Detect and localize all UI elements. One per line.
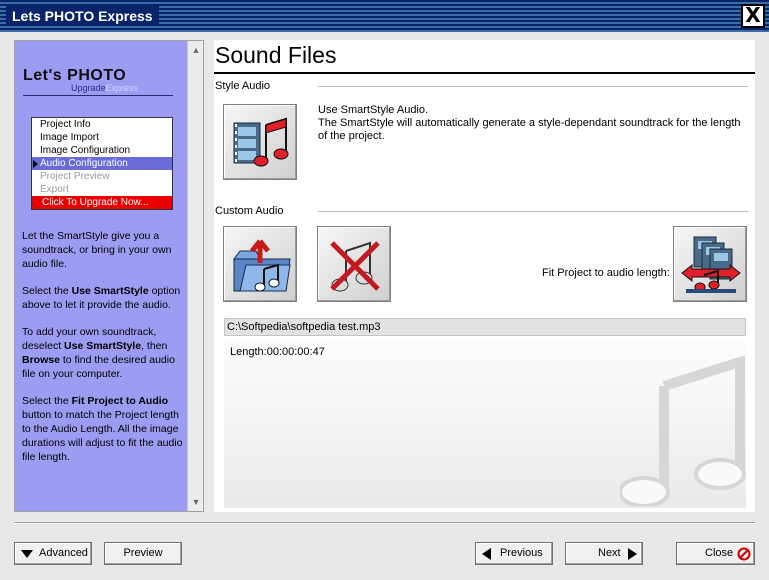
style-audio-rule <box>318 86 748 87</box>
main-panel: Sound Files Style Audio Use SmartStyle A… <box>214 40 755 512</box>
scroll-down-icon[interactable]: ▼ <box>189 495 203 509</box>
fit-to-audio-button[interactable] <box>673 226 747 302</box>
preview-button[interactable]: Preview <box>104 542 182 565</box>
help-text-run: Select the <box>22 285 72 297</box>
advanced-button[interactable]: Advanced <box>14 542 92 565</box>
nav-item-audio-configuration[interactable]: Audio Configuration <box>32 157 172 170</box>
help-paragraph-2: Select the Use SmartStyle option above t… <box>22 284 184 312</box>
close-button-label: Close <box>705 547 734 559</box>
help-text-bold: Fit Project to Audio <box>71 395 169 407</box>
logo-sub-upgrade: Upgrade <box>71 83 106 93</box>
custom-audio-label: Custom Audio <box>215 205 284 217</box>
title-rule <box>214 72 755 74</box>
help-text-run: Select the <box>22 395 72 407</box>
left-panel: Let's PHOTO UpgradeExpress Project Info … <box>14 40 204 512</box>
help-text-run: , then <box>141 340 168 352</box>
help-paragraph-3: To add your own soundtrack, deselect Use… <box>22 325 184 381</box>
help-text-bold: Browse <box>22 354 60 366</box>
smartstyle-line-2: The SmartStyle will automatically genera… <box>318 117 741 142</box>
smartstyle-audio-icon <box>233 117 289 167</box>
nav-item-upgrade[interactable]: Click To Upgrade Now... <box>32 196 172 209</box>
left-panel-scrollbar[interactable]: ▲ ▼ <box>187 41 203 511</box>
footer-separator <box>14 522 755 524</box>
chevron-down-icon <box>21 550 33 558</box>
browse-audio-button[interactable] <box>223 226 297 302</box>
logo-sub-express: Express <box>105 83 139 93</box>
style-audio-label: Style Audio <box>215 80 271 92</box>
smartstyle-line-1: Use SmartStyle Audio. <box>318 104 429 116</box>
arrow-right-icon <box>628 548 637 560</box>
custom-audio-rule <box>318 211 748 212</box>
left-panel-content: Let's PHOTO UpgradeExpress Project Info … <box>15 41 187 511</box>
music-note-watermark-icon <box>620 356 746 506</box>
previous-button-label: Previous <box>500 547 543 559</box>
previous-button[interactable]: Previous <box>475 542 553 565</box>
fit-to-audio-icon <box>681 236 741 293</box>
nav-item-project-info[interactable]: Project Info <box>32 118 172 131</box>
smartstyle-audio-button[interactable] <box>223 104 297 180</box>
nav-item-project-preview: Project Preview <box>40 171 110 182</box>
app-window: Let's PHOTO UpgradeExpress Project Info … <box>0 32 769 580</box>
window-close-button[interactable]: X <box>741 4 765 28</box>
logo-rule <box>23 95 173 96</box>
smartstyle-description: Use SmartStyle Audio. The SmartStyle wil… <box>318 104 748 143</box>
next-button-label: Next <box>598 547 621 559</box>
preview-button-label: Preview <box>123 547 163 559</box>
browse-audio-icon <box>233 239 291 292</box>
audio-file-path-field[interactable]: C:\Softpedia\softpedia test.mp3 <box>224 318 746 336</box>
help-text: Let the SmartStyle give you a soundtrack… <box>22 229 184 477</box>
title-bar: Lets PHOTO Express X <box>0 0 769 32</box>
audio-info-area: Length:00:00:00:47 <box>224 340 746 508</box>
logo-subtitle: UpgradeExpress <box>71 83 138 93</box>
remove-audio-button[interactable] <box>317 226 391 302</box>
help-text-bold: Use SmartStyle <box>64 340 142 352</box>
window-title: Lets PHOTO Express <box>6 6 159 26</box>
close-red-icon <box>737 547 751 561</box>
audio-length-value: Length:00:00:00:47 <box>230 346 325 358</box>
next-button[interactable]: Next <box>565 542 643 565</box>
arrow-left-icon <box>482 548 491 560</box>
nav-item-image-import[interactable]: Image Import <box>32 131 172 144</box>
advanced-button-label: Advanced <box>39 547 88 559</box>
scroll-up-icon[interactable]: ▲ <box>189 43 203 57</box>
wizard-step-list: Project Info Image Import Image Configur… <box>31 117 173 210</box>
close-button[interactable]: Close <box>676 542 755 565</box>
fit-to-audio-label: Fit Project to audio length: <box>542 267 670 279</box>
help-paragraph-4: Select the Fit Project to Audio button t… <box>22 394 184 464</box>
nav-item-image-configuration[interactable]: Image Configuration <box>32 144 172 157</box>
remove-audio-icon <box>330 241 380 292</box>
page-title: Sound Files <box>215 42 337 68</box>
app-logo: Let's PHOTO UpgradeExpress <box>23 67 183 105</box>
help-paragraph-1: Let the SmartStyle give you a soundtrack… <box>22 230 172 270</box>
nav-item-export: Export <box>40 184 69 195</box>
help-text-bold: Use SmartStyle <box>71 285 149 297</box>
help-text-run: button to match the Project length to th… <box>22 409 183 463</box>
